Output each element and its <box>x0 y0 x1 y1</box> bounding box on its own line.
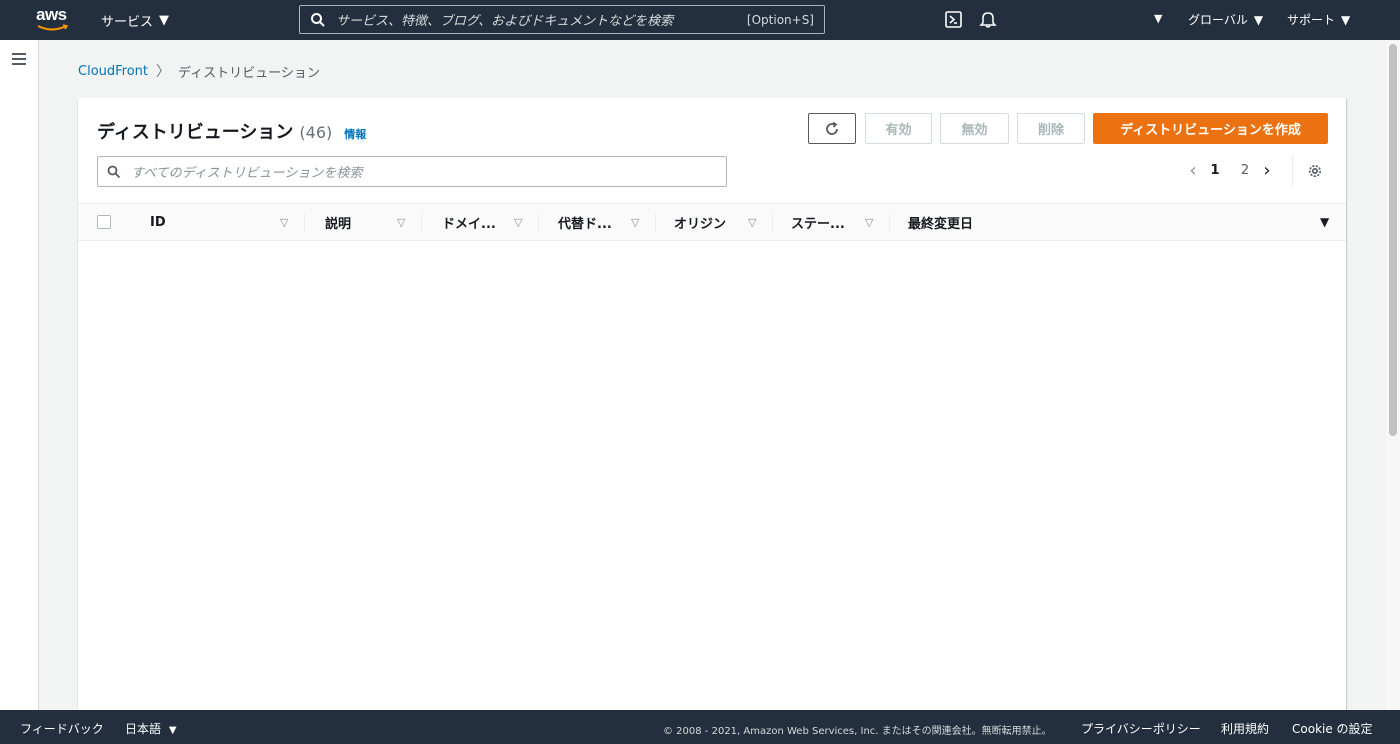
column-header-origin[interactable]: オリジン ▽ <box>656 204 773 240</box>
services-label: サービス <box>101 15 154 30</box>
privacy-policy-link[interactable]: プライバシーポリシー <box>1081 720 1201 737</box>
cloudshell-icon[interactable] <box>945 11 962 28</box>
gear-icon[interactable] <box>1307 163 1323 179</box>
top-navigation: aws サービス ▼ サービス、特徴、ブログ、およびドキュメントなどを検索 [O… <box>0 0 1400 40</box>
caret-down-icon: ▼ <box>159 13 170 28</box>
column-header-description[interactable]: 説明 ▽ <box>305 204 422 240</box>
distribution-count: (46) <box>299 123 333 142</box>
sort-icon: ▽ <box>280 215 289 229</box>
search-placeholder: サービス、特徴、ブログ、およびドキュメントなどを検索 <box>336 14 674 29</box>
column-header-alternate-domain[interactable]: 代替ド... ▽ <box>539 204 656 240</box>
aws-smile-icon <box>37 24 69 31</box>
info-link[interactable]: 情報 <box>344 126 366 142</box>
breadcrumb-cloudfront-link[interactable]: CloudFront <box>78 64 148 79</box>
panel-header: ディストリビューション (46) 情報 <box>97 118 366 144</box>
distribution-search-placeholder: すべてのディストリビューションを検索 <box>131 166 363 181</box>
previous-page-icon[interactable]: ‹ <box>1186 160 1200 181</box>
page-1[interactable]: 1 <box>1200 163 1230 178</box>
terms-link[interactable]: 利用規約 <box>1221 720 1269 737</box>
caret-down-icon: ▼ <box>1253 12 1264 27</box>
region-label: グローバル <box>1188 13 1248 27</box>
breadcrumb: CloudFront 〉 ディストリビューション <box>78 61 320 81</box>
refresh-icon <box>826 121 838 135</box>
bell-icon[interactable] <box>979 10 997 28</box>
search-icon <box>107 165 121 178</box>
sort-icon: ▽ <box>514 215 523 229</box>
search-icon <box>311 12 325 27</box>
pagination: ‹ 1 2 › <box>1186 160 1274 181</box>
column-header-status[interactable]: ステー... ▽ <box>773 204 890 240</box>
breadcrumb-current: ディストリビューション <box>178 65 320 81</box>
aws-logo-text: aws <box>36 5 67 24</box>
page-2[interactable]: 2 <box>1230 163 1260 178</box>
page-title: ディストリビューション <box>97 122 294 143</box>
refresh-button[interactable] <box>808 113 856 144</box>
support-menu[interactable]: サポート ▼ <box>1287 11 1350 28</box>
table-header: ID ▽ 説明 ▽ ドメイ... ▽ 代替ド... ▽ オリジン ▽ ステー..… <box>78 203 1346 241</box>
pagination-divider <box>1292 156 1293 186</box>
column-header-domain[interactable]: ドメイ... ▽ <box>422 204 539 240</box>
footer: フィードバック 日本語 ▼ © 2008 - 2021, Amazon Web … <box>0 710 1400 744</box>
sort-icon: ▽ <box>865 215 874 229</box>
cookie-settings-link[interactable]: Cookie の設定 <box>1292 720 1373 737</box>
select-all-checkbox[interactable] <box>97 215 111 229</box>
scrollbar-thumb[interactable] <box>1389 44 1397 436</box>
support-label: サポート <box>1287 13 1336 27</box>
sort-desc-icon: ▼ <box>1320 215 1330 229</box>
feedback-link[interactable]: フィードバック <box>20 720 104 737</box>
aws-logo[interactable]: aws <box>36 6 70 34</box>
global-search[interactable]: サービス、特徴、ブログ、およびドキュメントなどを検索 [Option+S] <box>299 5 825 34</box>
disable-button[interactable]: 無効 <box>940 113 1009 144</box>
side-navigation-collapsed <box>0 40 39 710</box>
caret-down-icon: ▼ <box>1341 12 1351 27</box>
page-scrollbar[interactable] <box>1386 40 1400 710</box>
account-menu-caret-icon[interactable]: ▼ <box>1154 12 1162 25</box>
sort-icon: ▽ <box>631 215 640 229</box>
caret-down-icon: ▼ <box>168 725 177 736</box>
sort-icon: ▽ <box>748 215 757 229</box>
language-selector[interactable]: 日本語 ▼ <box>125 720 177 737</box>
create-distribution-button[interactable]: ディストリビューションを作成 <box>1093 113 1328 144</box>
sort-icon: ▽ <box>397 215 406 229</box>
delete-button[interactable]: 削除 <box>1017 113 1085 144</box>
search-shortcut: [Option+S] <box>746 12 814 27</box>
services-menu[interactable]: サービス ▼ <box>101 11 169 30</box>
next-page-icon[interactable]: › <box>1260 160 1274 181</box>
column-header-id[interactable]: ID ▽ <box>130 204 305 240</box>
menu-icon[interactable] <box>12 53 26 65</box>
distribution-search-input[interactable]: すべてのディストリビューションを検索 <box>97 156 727 187</box>
copyright-text: © 2008 - 2021, Amazon Web Services, Inc.… <box>663 726 1052 737</box>
region-menu[interactable]: グローバル ▼ <box>1188 11 1263 28</box>
column-header-last-modified[interactable]: 最終変更日 ▼ <box>890 204 1340 240</box>
enable-button[interactable]: 有効 <box>865 113 932 144</box>
breadcrumb-separator-icon: 〉 <box>156 64 171 80</box>
distributions-panel: ディストリビューション (46) 情報 有効 無効 削除 ディストリビューション… <box>78 98 1346 718</box>
